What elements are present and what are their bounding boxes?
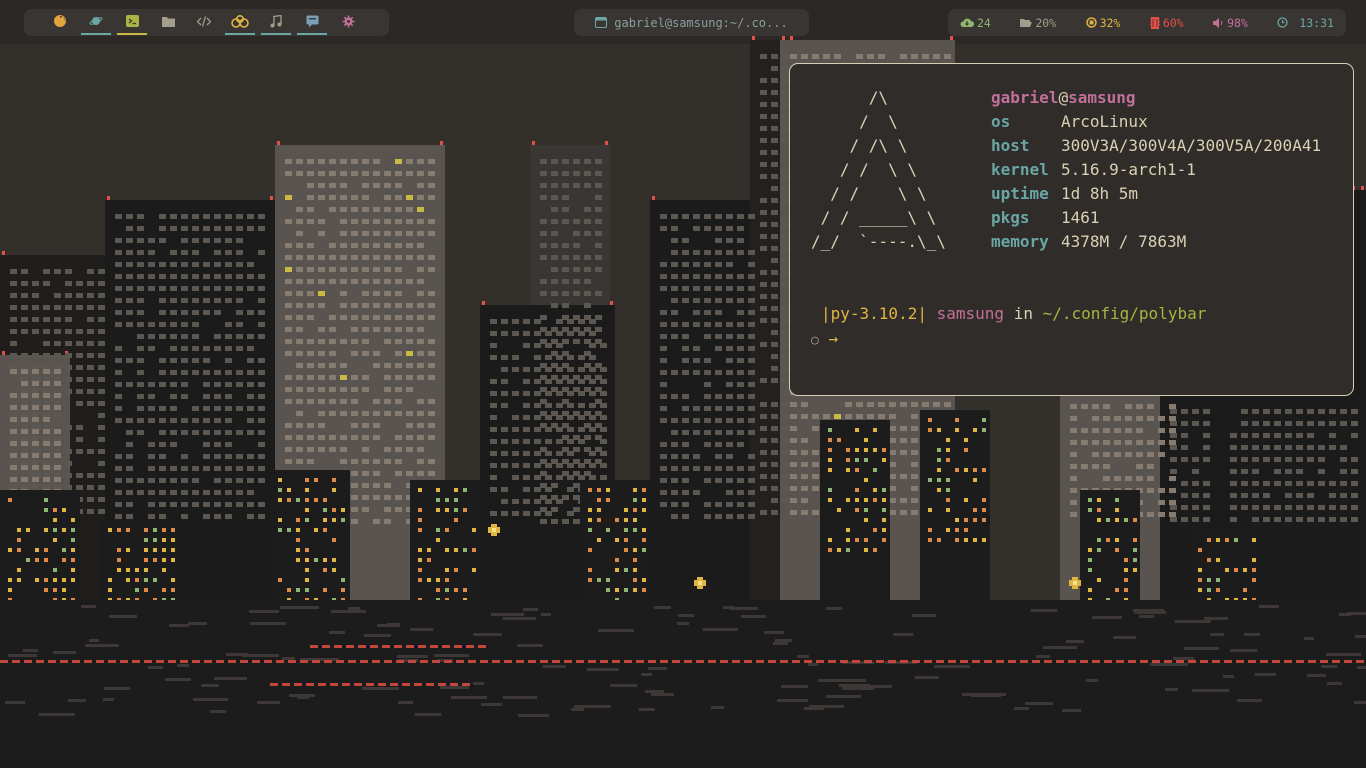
info-row-memory: memory 4378M / 7863M (991, 230, 1321, 254)
memory-module[interactable]: 60% (1149, 15, 1184, 30)
prompt-arrow: → (828, 329, 839, 348)
info-key: uptime (991, 184, 1049, 203)
workspace-bar (24, 9, 389, 36)
volume-icon (1213, 17, 1224, 28)
info-value: 1461 (1061, 208, 1100, 227)
memory-usage: 60% (1162, 15, 1184, 30)
info-key: memory (991, 232, 1049, 251)
active-workspace-underline (225, 33, 255, 35)
arch-ascii-logo: /\ / \ / /\ \ / / \ \ / / \ \ / / _____\… (811, 88, 946, 251)
cpu-module[interactable]: 32% (1085, 15, 1121, 30)
disk-module[interactable]: 20% (1020, 16, 1056, 30)
system-info: gabriel@samsung os ArcoLinux host 300V3A/30… (991, 86, 1321, 254)
window-title: gabriel@samsung:~/.co... (614, 15, 788, 30)
python-version: |py-3.10.2| (821, 304, 927, 323)
volume-module[interactable]: 98% (1213, 16, 1248, 30)
folder-open-icon (1020, 18, 1033, 28)
active-workspace-underline (261, 33, 291, 35)
info-row-pkgs: pkgs 1461 (991, 206, 1321, 230)
workspace-1[interactable] (42, 9, 78, 36)
status-modules: 24 20% 32% 60% 98% 13:31 (948, 9, 1346, 36)
info-rows: os ArcoLinux host 300V3A/300V4A/300V5A/200A… (991, 110, 1321, 254)
workspace-5[interactable] (186, 9, 222, 36)
planet-icon (89, 14, 103, 31)
shell-prompt: |py-3.10.2| samsung in ~/.config/polybar (821, 302, 1206, 326)
disk-usage: 20% (1035, 15, 1057, 30)
info-row-uptime: uptime 1d 8h 5m (991, 182, 1321, 206)
firefox-icon (53, 14, 67, 31)
folder-icon (161, 16, 175, 30)
active-workspace-underline (117, 33, 147, 35)
info-value: ArcoLinux (1061, 112, 1148, 131)
info-value: 4378M / 7863M (1061, 232, 1187, 251)
users-icon (231, 14, 249, 31)
memory-icon (1149, 16, 1160, 29)
gear-icon (342, 15, 355, 31)
updates-count: 24 (977, 15, 991, 30)
cpu-icon (1085, 17, 1097, 28)
clock-time: 13:31 (1299, 15, 1334, 30)
window-icon (595, 13, 608, 32)
prompt-host: samsung (936, 304, 1005, 323)
cpu-usage: 32% (1099, 15, 1121, 30)
window-title-module[interactable]: gabriel@samsung:~/.co... (574, 9, 809, 36)
volume-level: 98% (1227, 15, 1248, 30)
workspace-4[interactable] (150, 9, 186, 36)
clock-icon (1277, 17, 1288, 28)
prompt-in: in (1013, 304, 1033, 323)
info-row-kernel: kernel 5.16.9-arch1-1 (991, 158, 1321, 182)
terminal-window[interactable]: /\ / \ / /\ \ / / \ \ / / \ \ / / _____\… (789, 63, 1354, 396)
workspace-6[interactable] (222, 9, 258, 36)
status-circle: ○ (811, 333, 819, 348)
active-workspace-underline (81, 33, 111, 35)
chat-icon (306, 15, 319, 31)
at-sign: @ (1058, 88, 1069, 107)
user-host-line: gabriel@samsung (991, 86, 1321, 110)
workspace-7[interactable] (258, 9, 294, 36)
workspace-9[interactable] (330, 9, 366, 36)
music-icon (270, 14, 282, 31)
terminal-icon (125, 15, 139, 30)
clock-module[interactable]: 13:31 (1277, 16, 1334, 30)
updates-module[interactable]: 24 (960, 16, 991, 30)
prompt-path: ~/.config/polybar (1042, 304, 1207, 323)
workspace-2[interactable] (78, 9, 114, 36)
info-value: 5.16.9-arch1-1 (1061, 160, 1196, 179)
info-key: host (991, 136, 1030, 155)
info-key: pkgs (991, 208, 1030, 227)
workspace-3[interactable] (114, 9, 150, 36)
info-row-host: host 300V3A/300V4A/300V5A/200A41 (991, 134, 1321, 158)
username: gabriel (991, 88, 1059, 107)
code-icon (196, 15, 212, 30)
info-key: os (991, 112, 1011, 131)
command-line[interactable]: ○ → (811, 327, 838, 353)
active-workspace-underline (297, 33, 327, 35)
info-value: 1d 8h 5m (1061, 184, 1139, 203)
info-key: kernel (991, 160, 1049, 179)
ground (0, 600, 1366, 768)
workspace-8[interactable] (294, 9, 330, 36)
cloud-download-icon (960, 17, 974, 28)
info-value: 300V3A/300V4A/300V5A/200A41 (1061, 136, 1322, 155)
info-row-os: os ArcoLinux (991, 110, 1321, 134)
hostname: samsung (1068, 88, 1136, 107)
